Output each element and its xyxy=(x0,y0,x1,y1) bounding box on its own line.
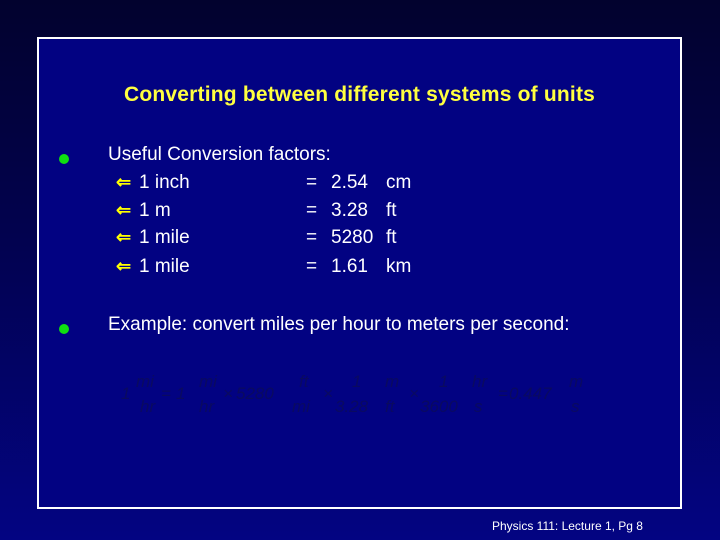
factor-unit: ft xyxy=(386,200,397,221)
factor-eq: = xyxy=(306,227,318,248)
eq-term: 1 xyxy=(176,384,186,403)
eq-num: 1 xyxy=(439,372,449,391)
arrow-icon: ⇐ xyxy=(116,227,132,247)
factor-value: 1.61 xyxy=(331,256,368,277)
eq-sign: × xyxy=(323,384,333,403)
eq-den: mi xyxy=(292,397,310,416)
arrow-icon: ⇐ xyxy=(116,256,132,276)
factor-lhs: 1 mile xyxy=(139,227,190,248)
eq-term: 1 xyxy=(121,384,131,403)
eq-sign: = xyxy=(161,384,171,403)
slide-footer: Physics 111: Lecture 1, Pg 8 xyxy=(492,519,643,533)
factor-value: 3.28 xyxy=(331,200,368,221)
slide-frame: Converting between different systems of … xyxy=(37,37,682,509)
eq-num: mi xyxy=(136,372,154,391)
arrow-icon: ⇐ xyxy=(116,200,132,220)
eq-num: ft xyxy=(299,372,309,391)
eq-num: m xyxy=(385,372,400,391)
eq-den: 3.28 xyxy=(335,397,369,416)
factor-value: 2.54 xyxy=(331,172,368,193)
eq-den: s xyxy=(474,397,483,416)
arrow-icon: ⇐ xyxy=(116,172,132,192)
eq-sign: × xyxy=(409,384,419,403)
factor-lhs: 1 m xyxy=(139,200,171,221)
eq-num: 1 xyxy=(352,372,362,391)
eq-result: 0.447 xyxy=(509,384,552,403)
eq-den: ft xyxy=(385,397,395,416)
bullet-icon xyxy=(59,324,69,334)
eq-sign: × xyxy=(223,384,233,403)
eq-term: 5280 xyxy=(236,384,274,403)
eq-num: mi xyxy=(199,372,217,391)
slide-title: Converting between different systems of … xyxy=(123,83,596,106)
eq-den: hr xyxy=(140,397,156,416)
factor-eq: = xyxy=(306,200,318,221)
eq-sign: = xyxy=(498,384,508,403)
bullet-icon xyxy=(59,154,69,164)
factor-eq: = xyxy=(306,256,318,277)
eq-den: 3600 xyxy=(420,397,458,416)
factor-eq: = xyxy=(306,172,318,193)
factor-lhs: 1 inch xyxy=(139,172,190,193)
factor-unit: cm xyxy=(386,172,412,193)
factor-value: 5280 xyxy=(331,227,374,248)
factor-unit: ft xyxy=(386,227,397,248)
bullet-text: Example: convert miles per hour to meter… xyxy=(108,314,570,335)
eq-den: hr xyxy=(199,397,215,416)
eq-num: m xyxy=(569,372,584,391)
eq-den: s xyxy=(571,397,580,416)
factor-lhs: 1 mile xyxy=(139,256,190,277)
factor-unit: km xyxy=(386,256,412,277)
eq-num: hr xyxy=(472,372,488,391)
bullet-text: Useful Conversion factors: xyxy=(108,144,331,165)
